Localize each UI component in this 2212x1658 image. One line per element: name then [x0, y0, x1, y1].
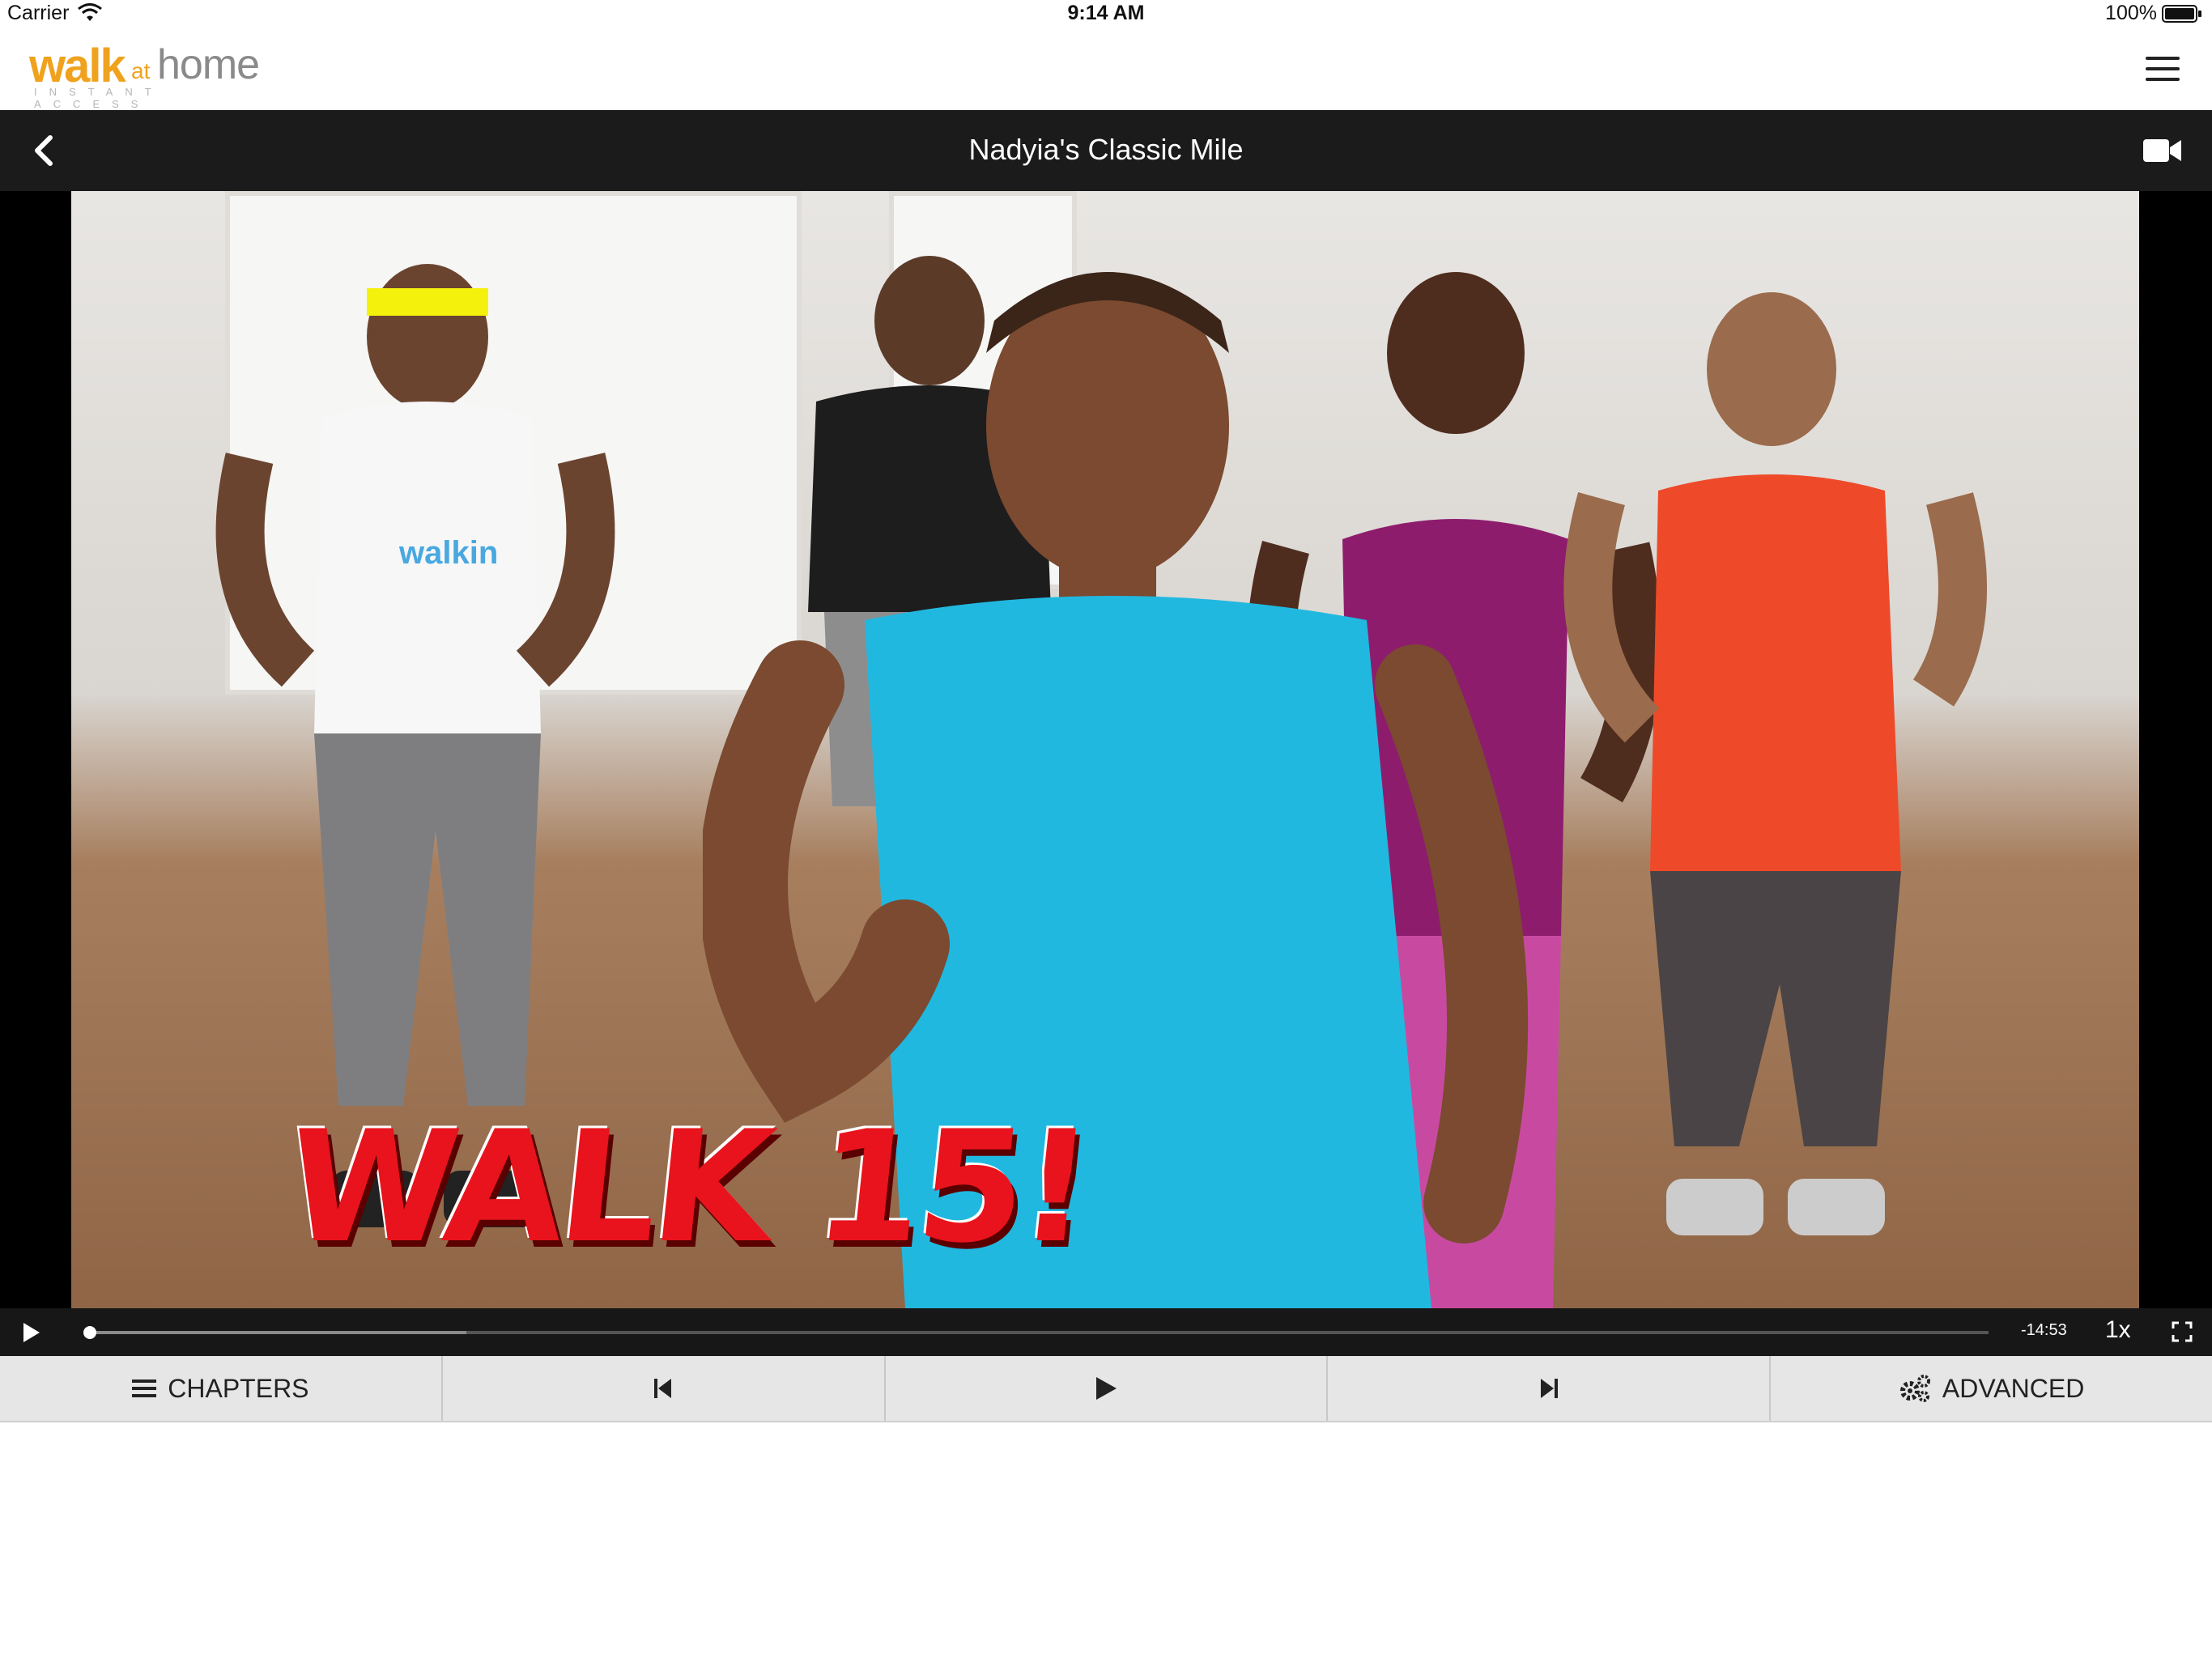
- skip-next-icon: [1540, 1379, 1558, 1398]
- advanced-button[interactable]: ADVANCED: [1771, 1356, 2212, 1421]
- advanced-label: ADVANCED: [1942, 1373, 2085, 1403]
- status-bar: Carrier 9:14 AM 100%: [0, 0, 2212, 29]
- logo-subtitle: INSTANT ACCESS: [34, 86, 164, 110]
- logo-walk-text: walk: [29, 40, 126, 92]
- playback-speed-button[interactable]: 1x: [2105, 1316, 2131, 1344]
- video-title-bar: Nadyia's Classic Mile: [0, 110, 2212, 191]
- chapter-toolbar: CHAPTERS ADVANCED: [0, 1356, 2212, 1422]
- progress-scrubber[interactable]: [83, 1326, 96, 1339]
- walk-at-home-logo[interactable]: walk at home INSTANT ACCESS: [29, 39, 272, 110]
- video-caption-overlay: WALK 15!: [279, 1098, 1096, 1277]
- next-chapter-button[interactable]: [1328, 1356, 1772, 1421]
- skip-previous-icon: [654, 1379, 672, 1398]
- video-player[interactable]: walkin WALK 15! -14:53 1x: [0, 191, 2212, 1356]
- battery-icon: [2162, 5, 2201, 23]
- page-title: Nadyia's Classic Mile: [968, 133, 1244, 166]
- chapters-label: CHAPTERS: [168, 1373, 309, 1403]
- fullscreen-icon[interactable]: [2172, 1321, 2193, 1342]
- logo-home-text: home: [157, 41, 260, 88]
- video-frame[interactable]: walkin WALK 15!: [71, 191, 2139, 1308]
- chapters-button[interactable]: CHAPTERS: [0, 1356, 443, 1421]
- play-icon: [1095, 1377, 1117, 1400]
- battery-percent: 100%: [2105, 2, 2157, 24]
- previous-chapter-button[interactable]: [443, 1356, 886, 1421]
- play-icon[interactable]: [21, 1321, 42, 1344]
- progress-buffered: [86, 1331, 466, 1334]
- video-camera-icon[interactable]: [2142, 136, 2183, 165]
- list-icon: [132, 1380, 157, 1397]
- play-button[interactable]: [886, 1356, 1329, 1421]
- gears-icon: [1899, 1375, 1930, 1402]
- app-header: walk at home INSTANT ACCESS: [0, 29, 2212, 110]
- clock: 9:14 AM: [1067, 2, 1145, 24]
- shirt-logo-text: walkin: [398, 535, 498, 571]
- hamburger-menu-icon[interactable]: [2146, 57, 2180, 83]
- logo-at-text: at: [131, 58, 151, 83]
- time-remaining: -14:53: [2021, 1321, 2067, 1339]
- background-walker-orange: [1563, 292, 1987, 1235]
- player-controls: -14:53 1x: [0, 1308, 2212, 1356]
- progress-bar[interactable]: [83, 1326, 1989, 1339]
